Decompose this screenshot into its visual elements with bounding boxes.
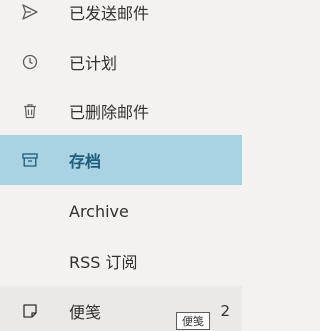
folder-rss-feeds[interactable]: RSS 订阅: [0, 236, 242, 286]
trash-icon: [20, 101, 40, 121]
clock-icon: [20, 52, 40, 72]
folder-scheduled[interactable]: 已计划: [0, 37, 242, 87]
folder-label: RSS 订阅: [69, 253, 138, 272]
folder-label: 已发送邮件: [69, 4, 150, 23]
archive-icon: [20, 150, 40, 170]
folder-deleted-items[interactable]: 已删除邮件: [0, 86, 242, 136]
folder-sent-items[interactable]: 已发送邮件: [0, 0, 242, 37]
folder-label: 便笺: [69, 303, 102, 322]
tooltip: 便笺: [176, 312, 210, 330]
send-icon: [20, 2, 40, 22]
note-icon: [20, 301, 40, 321]
folder-archive-sub[interactable]: Archive: [0, 186, 242, 236]
folder-label: 存档: [69, 152, 102, 171]
folder-navigation: 已发送邮件 已计划 已删除邮件 存档 Archive RSS 订阅 便笺 2 便…: [0, 0, 242, 331]
folder-label: 已删除邮件: [69, 103, 150, 122]
folder-label: 已计划: [69, 54, 118, 73]
unread-count: 2: [220, 302, 230, 320]
folder-label: Archive: [69, 201, 129, 221]
folder-archive-selected[interactable]: 存档: [0, 135, 242, 185]
